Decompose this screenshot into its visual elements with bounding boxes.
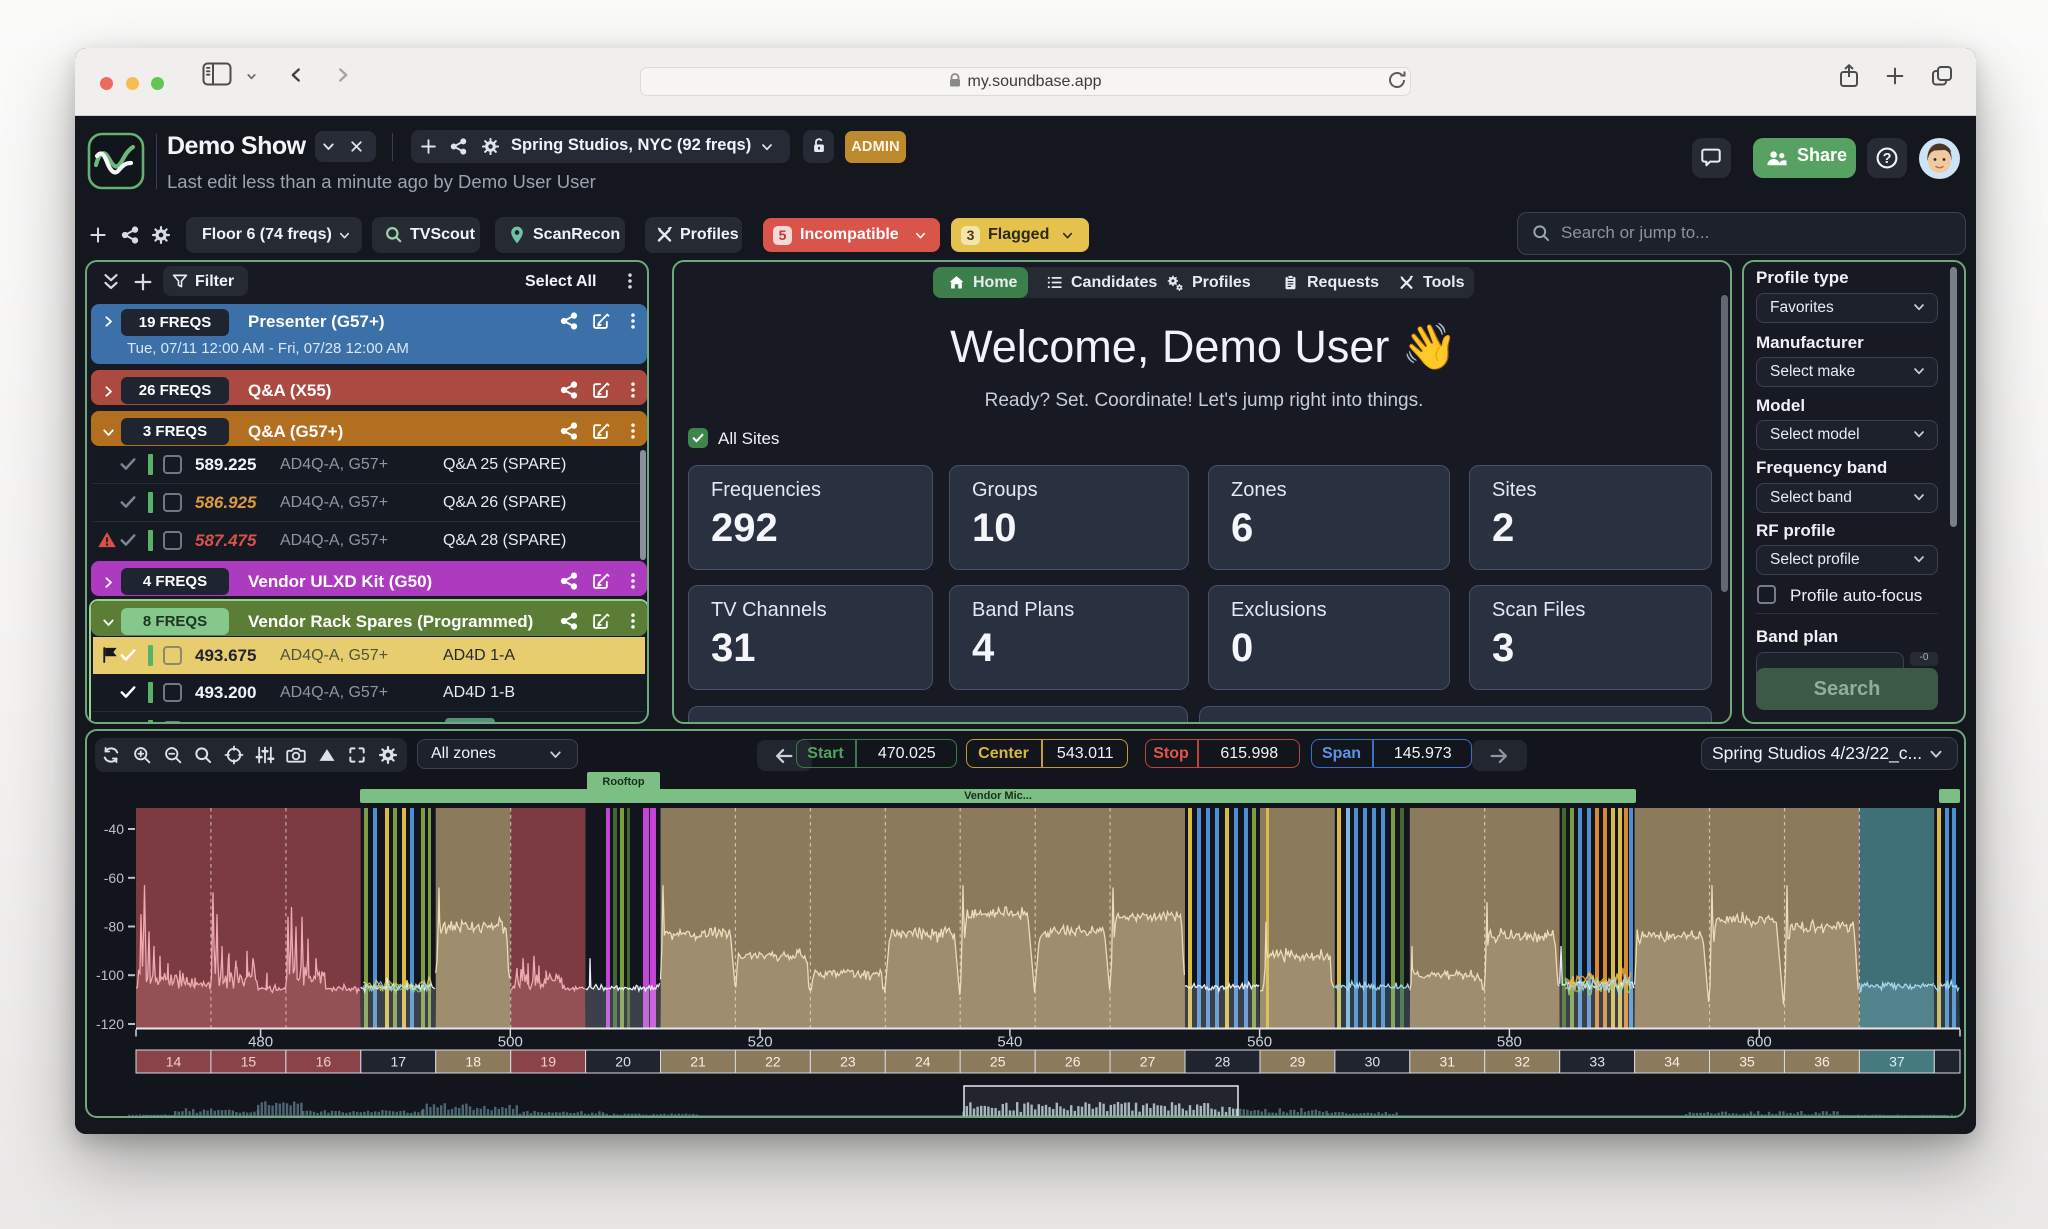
svg-text:33: 33 [1589, 1054, 1605, 1070]
svg-text:29: 29 [1290, 1054, 1306, 1070]
svg-text:17: 17 [391, 1054, 407, 1070]
svg-text:25: 25 [990, 1054, 1006, 1070]
svg-text:-100: -100 [96, 967, 124, 983]
svg-text:31: 31 [1440, 1054, 1456, 1070]
svg-text:28: 28 [1215, 1054, 1231, 1070]
svg-text:560: 560 [1247, 1034, 1272, 1051]
svg-text:35: 35 [1739, 1054, 1755, 1070]
svg-text:14: 14 [166, 1054, 182, 1070]
svg-text:21: 21 [690, 1054, 706, 1070]
svg-text:?: ? [1883, 151, 1892, 167]
svg-text:30: 30 [1365, 1054, 1381, 1070]
svg-text:-60: -60 [104, 870, 124, 886]
svg-text:26: 26 [1065, 1054, 1081, 1070]
svg-text:20: 20 [615, 1054, 631, 1070]
svg-text:-40: -40 [104, 821, 124, 837]
svg-text:22: 22 [765, 1054, 781, 1070]
svg-text:480: 480 [248, 1034, 273, 1051]
svg-text:36: 36 [1814, 1054, 1830, 1070]
svg-text:27: 27 [1140, 1054, 1156, 1070]
svg-text:-120: -120 [96, 1016, 124, 1032]
svg-text:-80: -80 [104, 919, 124, 935]
svg-text:24: 24 [915, 1054, 931, 1070]
svg-text:23: 23 [840, 1054, 856, 1070]
svg-text:19: 19 [540, 1054, 556, 1070]
svg-text:37: 37 [1889, 1054, 1905, 1070]
svg-text:520: 520 [748, 1034, 773, 1051]
svg-text:580: 580 [1497, 1034, 1522, 1051]
svg-text:18: 18 [465, 1054, 481, 1070]
svg-text:15: 15 [241, 1054, 257, 1070]
svg-text:600: 600 [1747, 1034, 1772, 1051]
svg-text:34: 34 [1664, 1054, 1680, 1070]
svg-text:500: 500 [498, 1034, 523, 1051]
svg-text:540: 540 [997, 1034, 1022, 1051]
svg-text:16: 16 [316, 1054, 332, 1070]
svg-text:32: 32 [1514, 1054, 1530, 1070]
